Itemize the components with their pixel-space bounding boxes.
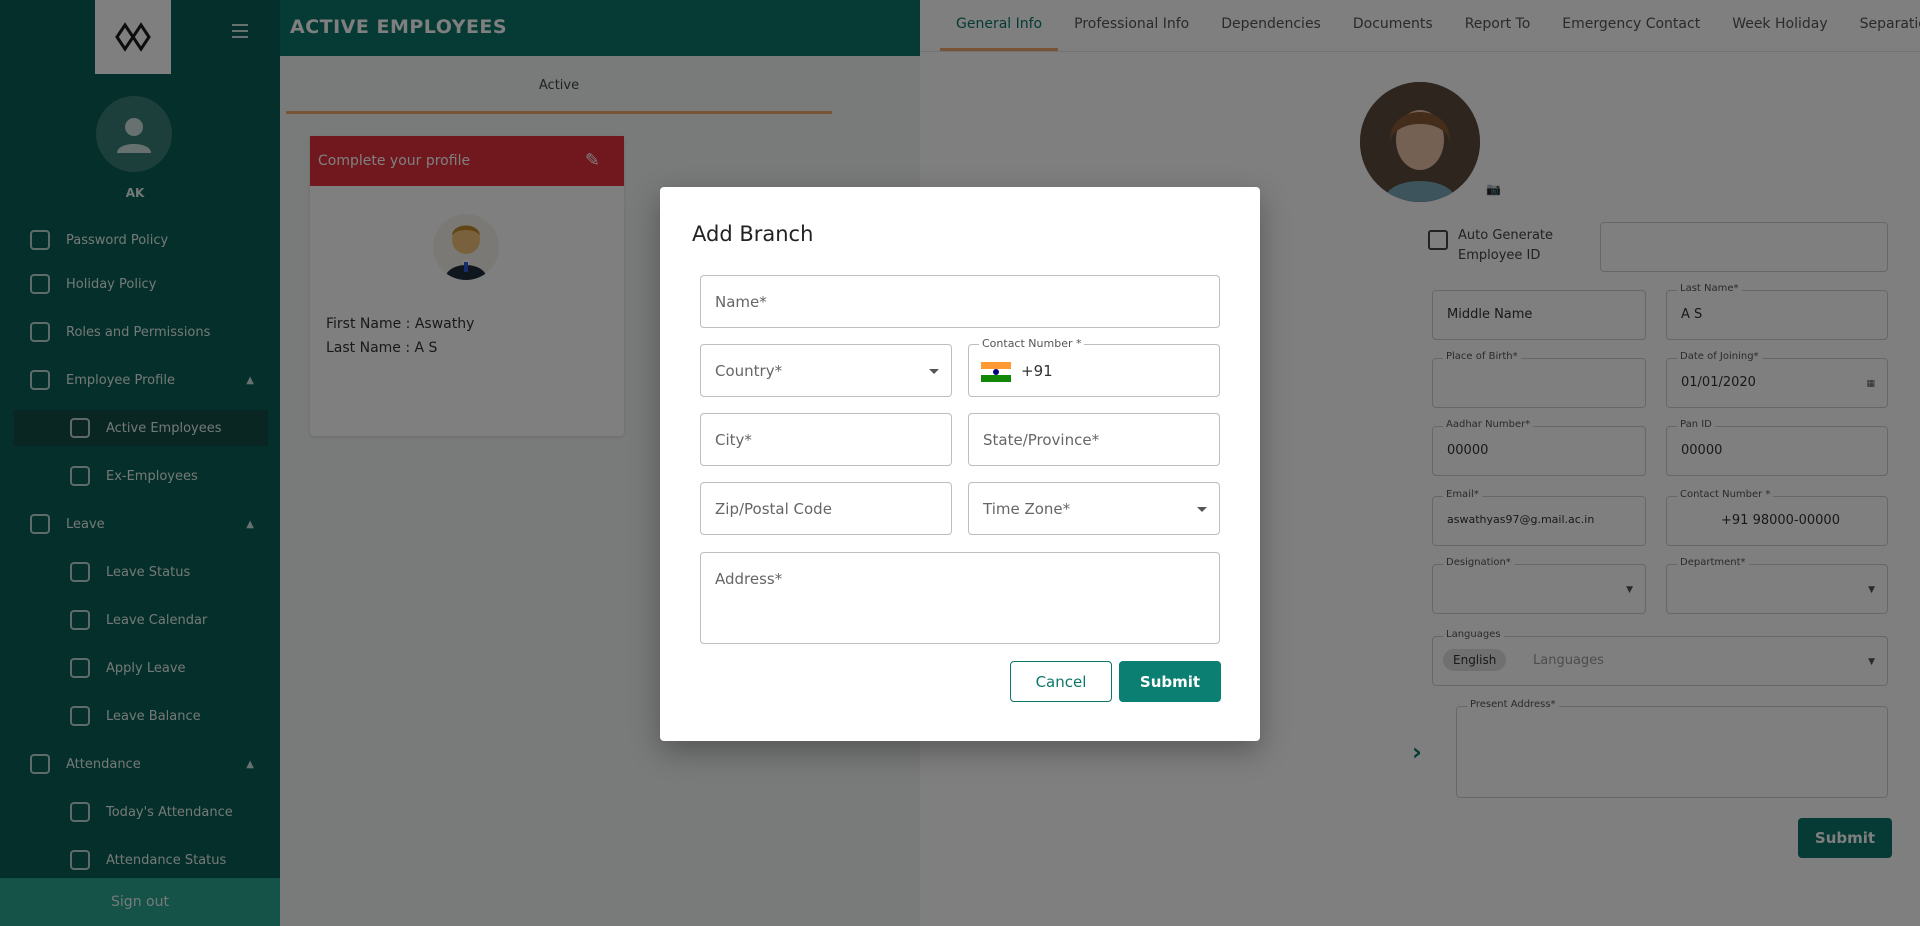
contact-number-input[interactable]: Contact Number * +91	[968, 337, 1220, 397]
dropdown-arrow-icon	[1197, 507, 1207, 512]
india-flag-icon[interactable]	[981, 362, 1011, 382]
dial-code: +91	[1021, 362, 1053, 380]
country-placeholder: Country*	[715, 362, 783, 380]
cancel-button[interactable]: Cancel	[1010, 661, 1112, 702]
country-select[interactable]: Country*	[700, 344, 952, 397]
name-input[interactable]: Name*	[700, 275, 1220, 328]
city-input[interactable]: City*	[700, 413, 952, 466]
dialog-title: Add Branch	[692, 222, 814, 246]
state-placeholder: State/Province*	[983, 431, 1100, 449]
time-zone-select[interactable]: Time Zone*	[968, 482, 1220, 535]
state-input[interactable]: State/Province*	[968, 413, 1220, 466]
address-textarea[interactable]: Address*	[700, 552, 1220, 644]
time-zone-placeholder: Time Zone*	[983, 500, 1071, 518]
dropdown-arrow-icon	[929, 369, 939, 374]
city-placeholder: City*	[715, 431, 752, 449]
zip-input[interactable]: Zip/Postal Code	[700, 482, 952, 535]
address-placeholder: Address*	[715, 570, 783, 588]
add-branch-dialog: Add Branch Name* Country* Contact Number…	[660, 187, 1260, 741]
name-placeholder: Name*	[715, 293, 767, 311]
zip-placeholder: Zip/Postal Code	[715, 500, 832, 518]
contact-number-label: Contact Number *	[979, 337, 1085, 350]
submit-button[interactable]: Submit	[1119, 661, 1221, 702]
